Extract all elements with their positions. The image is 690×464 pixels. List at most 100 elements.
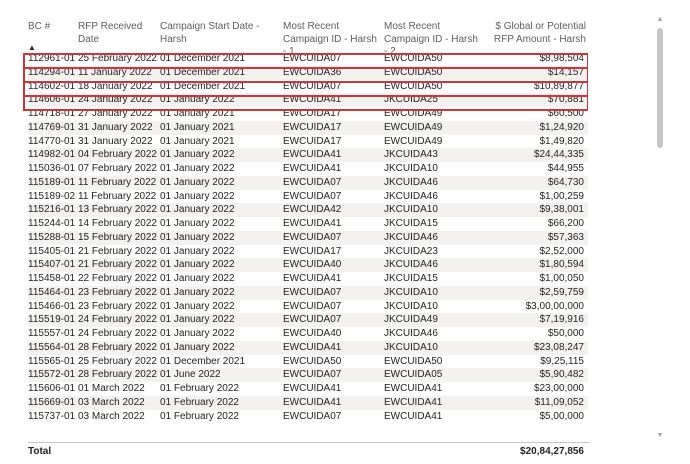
campaign-start-date-cell: 01 January 2022 xyxy=(160,218,235,229)
vertical-scrollbar[interactable]: ▲ ▼ xyxy=(656,16,664,440)
table-row[interactable]: 115244-01 14 February 2022 01 January 2022… xyxy=(28,217,588,231)
campaign-id-2-cell: JKCUIDA25 xyxy=(384,93,485,107)
campaign-id-2-cell: JKCUIDA10 xyxy=(384,300,438,312)
table-row[interactable]: 115407-01 21 February 2022 01 January 2022… xyxy=(28,258,588,272)
campaign-start-date-cell: 01 January 2022 xyxy=(160,340,283,355)
table-row[interactable]: 114769-01 31 January 2022 01 January 2021 E… xyxy=(28,120,588,135)
rfp-received-date-cell: 11 January 2022 xyxy=(78,65,160,80)
campaign-start-date-cell: 01 January 2022 xyxy=(160,230,283,245)
campaign-id-2-cell: JKCUIDA23 xyxy=(384,245,438,257)
campaign-start-date-cell: 01 January 2022 xyxy=(160,300,235,312)
campaign-start-date-cell: 01 June 2022 xyxy=(160,368,283,382)
table-row[interactable]: 115737-01 03 March 2022 01 February 2022 EW… xyxy=(28,410,588,424)
campaign-id-2-cell: JKCUIDA46 xyxy=(384,230,485,245)
rfp-amount-cell: $9,25,115 xyxy=(540,355,584,367)
bc-cell: 112961-01 xyxy=(28,53,76,64)
rfp-received-date-cell: 31 January 2022 xyxy=(78,120,160,135)
campaign-id-2-cell: JKCUIDA46 xyxy=(384,190,438,202)
table-row[interactable]: 114606-01 24 January 2022 01 January 2022 E… xyxy=(28,93,588,107)
bc-cell: 115572-01 xyxy=(28,368,78,382)
campaign-id-1-cell: EWCUIDA07 xyxy=(283,53,342,64)
bc-cell: 115565-01 xyxy=(28,355,76,367)
table-row[interactable]: 115669-01 03 March 2022 01 February 2022 EW… xyxy=(28,395,588,410)
table-row[interactable]: 114718-01 27 January 2022 01 January 2021 E… xyxy=(28,107,588,121)
bc-cell: 115189-02 xyxy=(28,190,76,202)
sort-ascending-icon[interactable]: ▲ xyxy=(28,44,36,52)
campaign-start-date-cell: 01 December 2021 xyxy=(160,53,246,64)
campaign-id-1-cell: EWCUIDA07 xyxy=(283,190,342,202)
campaign-id-1-cell: EWCUIDA17 xyxy=(283,108,342,119)
rfp-received-date-cell: 24 February 2022 xyxy=(78,313,160,327)
campaign-id-1-cell: EWCUIDA40 xyxy=(283,328,342,339)
campaign-id-1-cell: EWCUIDA17 xyxy=(283,245,342,257)
rfp-amount-cell: $1,24,920 xyxy=(485,120,588,135)
campaign-start-date-cell: 01 January 2022 xyxy=(160,148,283,162)
campaign-id-2-cell: EWCUIDA49 xyxy=(384,108,443,119)
bc-cell: 115466-01 xyxy=(28,300,76,312)
rfp-received-date-cell: 13 February 2022 xyxy=(78,203,160,217)
campaign-start-date-cell: 01 January 2022 xyxy=(160,175,283,190)
campaign-id-2-cell: EWCUIDA41 xyxy=(384,383,443,394)
table-row[interactable]: 115519-01 24 February 2022 01 January 2022… xyxy=(28,313,588,327)
table-row[interactable]: 115606-01 01 March 2022 01 February 2022 EW… xyxy=(28,382,588,396)
table-row[interactable]: 115557-01 24 February 2022 01 January 2022… xyxy=(28,327,588,341)
campaign-start-date-cell: 01 January 2021 xyxy=(160,120,283,135)
campaign-id-2-cell: JKCUIDA15 xyxy=(384,273,438,284)
table-row[interactable]: 115564-01 28 February 2022 01 January 2022… xyxy=(28,340,588,355)
table-row[interactable]: 114602-01 18 January 2022 01 December 2021… xyxy=(28,80,588,94)
campaign-id-2-cell: EWCUIDA49 xyxy=(384,120,485,135)
table-row[interactable]: 115036-01 07 February 2022 01 January 2022… xyxy=(28,162,588,176)
chevron-up-icon[interactable]: ▲ xyxy=(656,16,664,24)
chevron-down-icon[interactable]: ▼ xyxy=(656,432,664,440)
rfp-amount-cell: $50,000 xyxy=(547,328,584,339)
campaign-id-1-cell: EWCUIDA17 xyxy=(283,120,384,135)
rfp-amount-cell: $1,00,259 xyxy=(539,190,585,202)
campaign-id-1-cell: EWCUIDA07 xyxy=(283,285,384,300)
table-row[interactable]: 115466-01 23 February 2022 01 January 2022… xyxy=(28,300,588,314)
rfp-received-date-cell: 23 February 2022 xyxy=(78,285,160,300)
rfp-received-date-cell: 28 February 2022 xyxy=(78,340,160,355)
rfp-received-date-cell: 15 February 2022 xyxy=(78,230,160,245)
campaign-id-2-cell: EWCUIDA41 xyxy=(384,410,443,422)
campaign-id-1-cell: EWCUIDA41 xyxy=(283,273,342,284)
bc-cell: 115036-01 xyxy=(28,163,76,174)
table-body-viewport[interactable]: 112961-01 25 February 2022 01 December 202… xyxy=(22,52,588,440)
bc-cell: 115519-01 xyxy=(28,313,78,327)
table-row[interactable]: 114294-01 11 January 2022 01 December 2021… xyxy=(28,65,588,80)
campaign-start-date-cell: 01 January 2022 xyxy=(160,313,283,327)
table-row[interactable]: 115405-01 21 February 2022 01 January 2022… xyxy=(28,245,588,259)
rfp-received-date-cell: 25 February 2022 xyxy=(78,355,157,367)
campaign-id-1-cell: EWCUIDA41 xyxy=(283,93,384,107)
rfp-amount-cell: $10,89,877 xyxy=(533,80,584,92)
table-row[interactable]: 112961-01 25 February 2022 01 December 202… xyxy=(28,52,588,66)
bc-cell: 114770-01 xyxy=(28,135,76,147)
scrollbar-thumb[interactable] xyxy=(657,28,663,148)
rfp-amount-cell: $57,363 xyxy=(485,230,588,245)
rfp-amount-cell: $8,98,504 xyxy=(539,53,585,64)
campaign-start-date-cell: 01 January 2022 xyxy=(160,163,235,174)
table-row[interactable]: 115572-01 28 February 2022 01 June 2022 EWC… xyxy=(28,368,588,382)
table-row[interactable]: 115464-01 23 February 2022 01 January 2022… xyxy=(28,285,588,300)
bc-cell: 114602-01 xyxy=(28,80,76,92)
table-row[interactable]: 115565-01 25 February 2022 01 December 202… xyxy=(28,355,588,369)
table-row[interactable]: 115189-02 11 February 2022 01 January 2022… xyxy=(28,190,588,204)
table-row[interactable]: 114770-01 31 January 2022 01 January 2021 E… xyxy=(28,135,588,149)
table-row[interactable]: 114982-01 04 February 2022 01 January 2022… xyxy=(28,148,588,162)
table-row[interactable]: 115216-01 13 February 2022 01 January 2022… xyxy=(28,203,588,217)
rfp-amount-cell: $44,955 xyxy=(547,163,584,174)
table-row[interactable]: 115458-01 22 February 2022 01 January 2022… xyxy=(28,272,588,286)
rfp-received-date-cell: 21 February 2022 xyxy=(78,245,157,257)
bc-cell: 114718-01 xyxy=(28,108,76,119)
bc-cell: 115557-01 xyxy=(28,328,76,339)
rfp-amount-cell: $70,881 xyxy=(485,93,588,107)
rfp-received-date-cell: 11 February 2022 xyxy=(78,190,157,202)
rfp-received-date-cell: 31 January 2022 xyxy=(78,135,153,147)
bc-cell: 115464-01 xyxy=(28,285,78,300)
rfp-amount-cell: $60,500 xyxy=(547,108,584,119)
table-row[interactable]: 115189-01 11 February 2022 01 January 2022… xyxy=(28,175,588,190)
bc-cell: 114606-01 xyxy=(28,93,78,107)
campaign-id-2-cell: JKCUIDA10 xyxy=(384,163,438,174)
campaign-id-2-cell: JKCUIDA10 xyxy=(384,285,485,300)
table-row[interactable]: 115288-01 15 February 2022 01 January 2022… xyxy=(28,230,588,245)
rfp-amount-cell: $24,44,335 xyxy=(485,148,588,162)
